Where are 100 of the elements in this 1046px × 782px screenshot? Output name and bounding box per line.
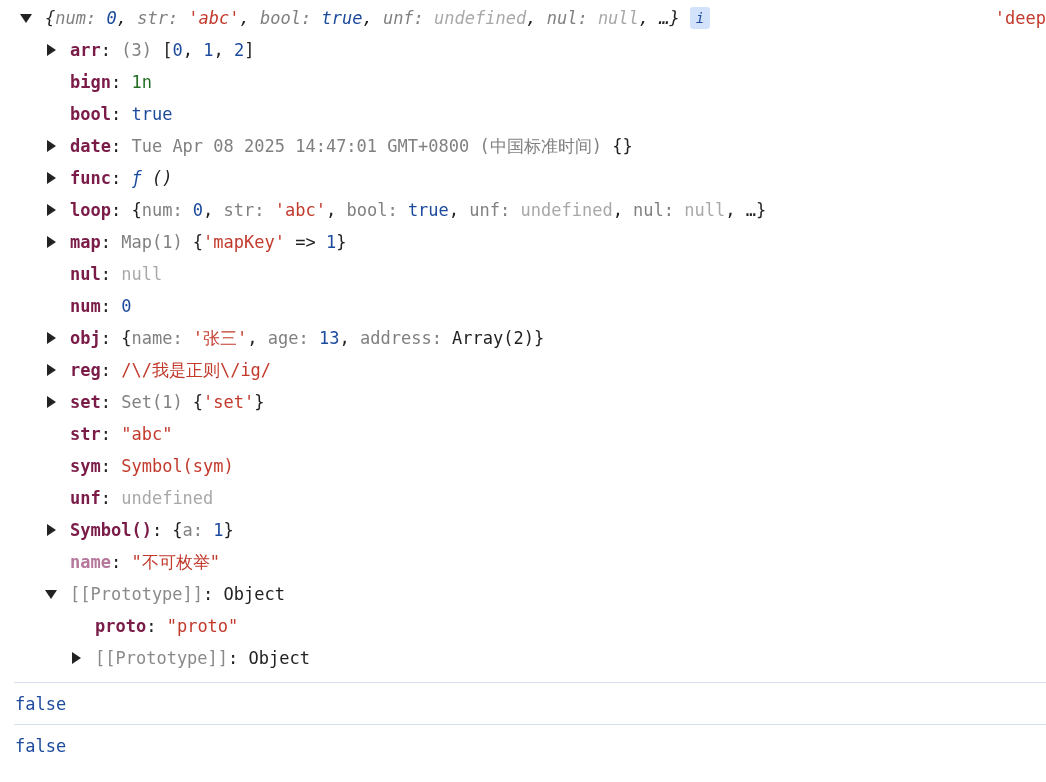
property-key: obj [70, 327, 101, 349]
property-value: {} [612, 135, 633, 157]
property-value: : [100, 295, 112, 317]
property-value: : [100, 263, 112, 285]
property-value: 2 [233, 39, 245, 61]
property-value: () [150, 167, 173, 189]
expand-icon[interactable] [45, 44, 57, 56]
property-key: date [70, 135, 111, 157]
property-value: Symbol(sym) [121, 455, 234, 477]
property-value: : [100, 359, 112, 381]
property-value: address: [360, 327, 443, 349]
property-value: bool: [260, 7, 313, 29]
property-value: age: [267, 327, 310, 349]
console-output: false [15, 693, 67, 714]
property-value: : [100, 487, 112, 509]
property-value: : Object [203, 583, 285, 605]
property-key: Symbol() [70, 519, 152, 541]
property-key: sym [70, 455, 101, 477]
property-value: "不可枚举" [131, 551, 220, 573]
property-value: , [116, 7, 128, 29]
property-value: nul: [633, 199, 676, 221]
property-value: 1 [213, 519, 224, 541]
property-value: , [612, 199, 624, 221]
property-value: 1 [203, 39, 214, 61]
expand-icon[interactable] [45, 332, 57, 344]
property-value: (3) [121, 39, 153, 61]
property-key: str [70, 423, 101, 445]
property-key: proto [95, 615, 147, 637]
property-value: : [100, 455, 112, 477]
property-key: nul [70, 263, 101, 285]
property-key: unf [70, 487, 101, 509]
property-value: , [325, 199, 338, 221]
property-value: , …} [638, 7, 680, 29]
property-value: , [239, 7, 251, 29]
property-value: : [110, 71, 123, 93]
property-value: : [100, 423, 112, 445]
property-key: set [70, 391, 101, 413]
property-value: : [110, 103, 123, 125]
property-value: , [339, 327, 351, 349]
property-value: a: [182, 519, 205, 541]
property-value: , [203, 199, 215, 221]
property-value: '张三' [192, 327, 248, 349]
console-output: false [15, 735, 67, 756]
property-key: func [70, 167, 111, 189]
property-value: /\/我是正则\/ig/ [121, 359, 272, 381]
expand-icon[interactable] [45, 140, 57, 152]
property-value: : { [100, 327, 132, 349]
property-value: : Object [228, 647, 310, 669]
property-value: undefined [121, 487, 214, 509]
property-value: 0 [172, 39, 183, 61]
property-key: loop [70, 199, 111, 221]
property-value: 1 [325, 231, 337, 253]
property-key: bool [70, 103, 111, 125]
property-value: { [45, 7, 56, 29]
property-value: undefined [520, 199, 613, 221]
property-value: Set(1) [121, 391, 184, 413]
property-value: Tue Apr 08 2025 14:47:01 GMT+0800 (中国标准时间) [131, 135, 603, 157]
property-value: 'abc' [274, 199, 326, 221]
property-value: , [526, 7, 538, 29]
property-value: : [100, 391, 112, 413]
property-value: bool: [346, 199, 399, 221]
expand-icon[interactable] [45, 172, 57, 184]
collapse-icon[interactable] [20, 12, 32, 24]
property-value: , [247, 327, 259, 349]
property-value: name: [131, 327, 184, 349]
property-value: , [213, 39, 225, 61]
info-badge[interactable]: i [689, 7, 711, 29]
property-value: Array(2)} [452, 327, 545, 349]
expand-icon[interactable] [45, 524, 57, 536]
property-value: } [336, 231, 347, 253]
property-value: 0 [121, 295, 132, 317]
property-value: : [100, 231, 112, 253]
property-value: "abc" [121, 423, 173, 445]
expand-icon[interactable] [45, 396, 57, 408]
property-key: reg [70, 359, 101, 381]
property-value: [ [162, 39, 173, 61]
property-value: num: [141, 199, 184, 221]
property-value: , …} [725, 199, 767, 221]
expand-icon[interactable] [45, 364, 57, 376]
property-value: : { [110, 199, 142, 221]
property-value: , [362, 7, 374, 29]
property-value: 0 [192, 199, 204, 221]
property-value: true [321, 7, 363, 29]
property-value: true [131, 103, 173, 125]
property-value: 0 [106, 7, 117, 29]
expand-icon[interactable] [70, 652, 82, 664]
property-value: : [146, 615, 158, 637]
property-key: name [70, 551, 111, 573]
property-value: undefined [434, 7, 527, 29]
property-value: { [192, 391, 204, 413]
property-value: : [100, 39, 112, 61]
string-preview: 'deep [994, 7, 1046, 29]
expand-icon[interactable] [45, 204, 57, 216]
property-value: 'abc' [188, 7, 240, 29]
property-value: str: [137, 7, 180, 29]
property-value: ] [244, 39, 255, 61]
property-value: 'set' [203, 391, 255, 413]
collapse-icon[interactable] [45, 588, 57, 600]
expand-icon[interactable] [45, 236, 57, 248]
property-value: : [110, 135, 123, 157]
